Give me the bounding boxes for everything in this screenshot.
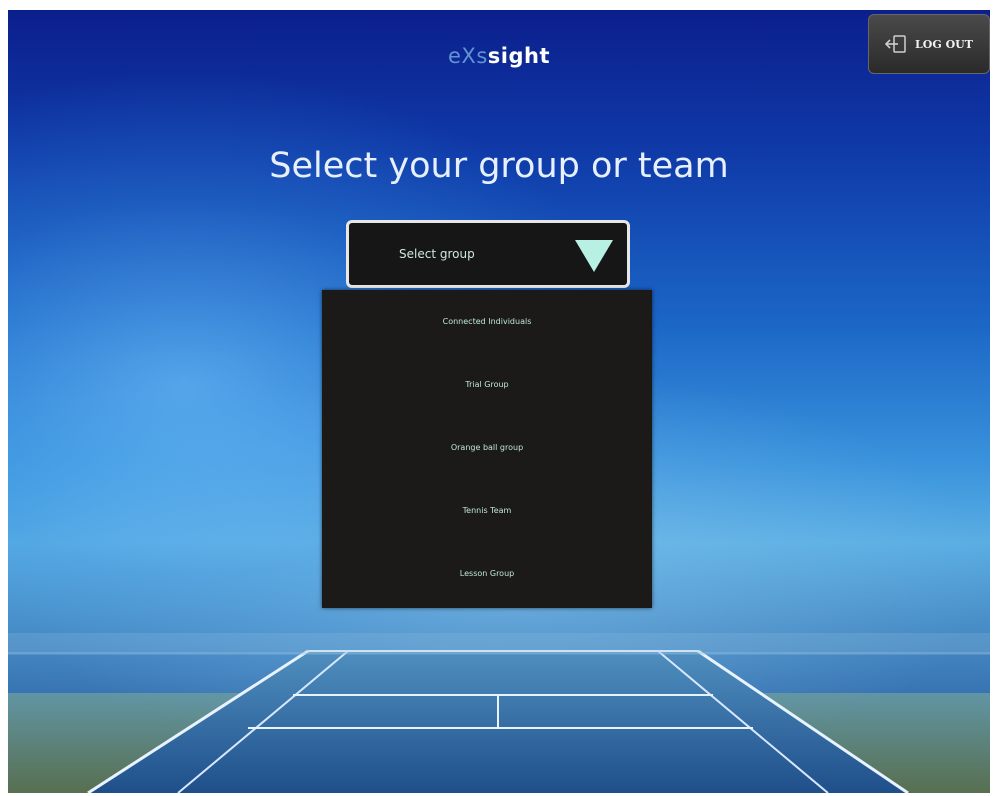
page-title: Select your group or team [269, 146, 729, 186]
dropdown-option[interactable]: Orange ball group [322, 416, 652, 479]
group-select[interactable]: Select group [346, 220, 630, 288]
logo-prefix: eXs [448, 44, 488, 68]
logout-arrow-icon [884, 35, 907, 53]
dropdown-option[interactable]: Connected Individuals [322, 290, 652, 353]
triangle-down-icon[interactable] [575, 240, 613, 272]
dropdown-option[interactable]: Tennis Team [322, 479, 652, 542]
dropdown-option[interactable]: Trial Group [322, 353, 652, 416]
app-screen: eXssight LOG OUT Select your group or te… [8, 10, 990, 793]
dropdown-option[interactable]: Lesson Group [322, 542, 652, 605]
tennis-court-background [8, 633, 990, 793]
logout-label: LOG OUT [915, 37, 973, 51]
app-logo: eXssight [8, 44, 990, 68]
logo-main: sight [487, 44, 550, 68]
logout-button[interactable]: LOG OUT [868, 14, 990, 74]
group-select-value: Select group [399, 247, 475, 261]
group-dropdown-list: Connected Individuals Trial Group Orange… [322, 290, 652, 608]
